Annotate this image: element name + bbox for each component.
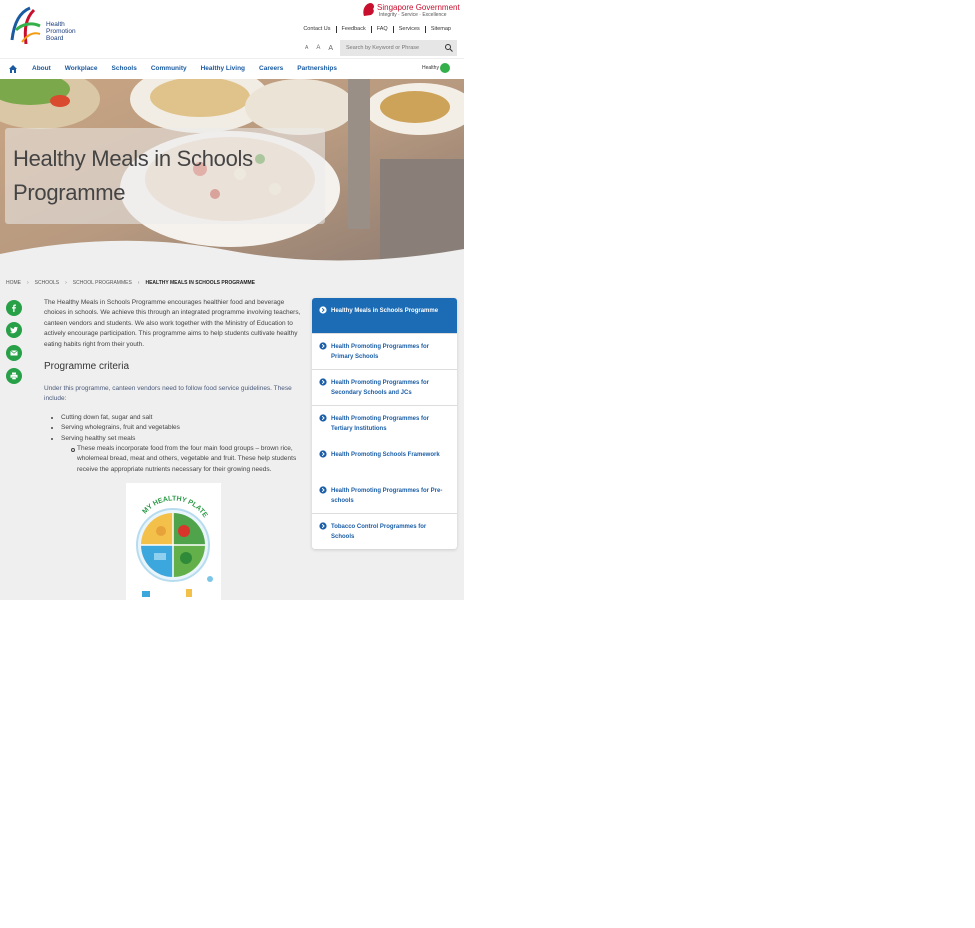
singapore-government-badge[interactable]: Singapore Government Integrity · Service… bbox=[362, 2, 460, 20]
chevron-right-icon bbox=[319, 306, 327, 314]
chevron-right-icon bbox=[319, 378, 327, 386]
hero-banner: Healthy Meals in Schools Programme bbox=[0, 79, 464, 269]
site-header: Health Promotion Board Singapore Governm… bbox=[0, 0, 464, 58]
logo-line-1: Health bbox=[46, 21, 65, 28]
breadcrumb-separator: › bbox=[65, 280, 67, 286]
list-item: Serving wholegrains, fruit and vegetable… bbox=[61, 423, 307, 433]
my-healthy-plate-image: MY HEALTHY PLATE bbox=[126, 483, 221, 600]
breadcrumb-school-programmes[interactable]: SCHOOL PROGRAMMES bbox=[73, 280, 132, 286]
list-item: Serving healthy set meals bbox=[61, 434, 307, 444]
sidebar-item-label: Health Promoting Programmes for Primary … bbox=[331, 344, 430, 360]
nav-partnerships[interactable]: Partnerships bbox=[297, 65, 337, 72]
sidebar-item-label: Health Promoting Schools Framework bbox=[331, 452, 440, 458]
sidebar-item-pre-schools[interactable]: Health Promoting Programmes for Pre-scho… bbox=[312, 478, 457, 514]
search-icon[interactable] bbox=[444, 43, 454, 53]
gov-tagline: Integrity · Service · Excellence bbox=[379, 12, 447, 18]
chevron-right-icon bbox=[319, 486, 327, 494]
sidebar-item-secondary-schools[interactable]: Health Promoting Programmes for Secondar… bbox=[312, 370, 457, 406]
twitter-icon bbox=[10, 326, 18, 334]
feedback-link[interactable]: Feedback bbox=[335, 26, 371, 33]
list-item: Cutting down fat, sugar and salt bbox=[61, 413, 307, 423]
breadcrumb-home[interactable]: HOME bbox=[6, 280, 21, 286]
intro-block: The Healthy Meals in Schools Programme e… bbox=[44, 298, 304, 350]
facebook-icon bbox=[12, 304, 16, 312]
criteria-heading: Programme criteria bbox=[44, 361, 130, 372]
chevron-right-icon bbox=[319, 522, 327, 530]
sidebar-item-schools-framework[interactable]: Health Promoting Schools Framework bbox=[312, 442, 457, 478]
criteria-list: Cutting down fat, sugar and salt Serving… bbox=[52, 413, 307, 444]
hpb-logo[interactable]: Health Promotion Board bbox=[8, 4, 83, 48]
sidebar-item-primary-schools[interactable]: Health Promoting Programmes for Primary … bbox=[312, 334, 457, 370]
nav-schools[interactable]: Schools bbox=[112, 65, 137, 72]
intro-paragraph: The Healthy Meals in Schools Programme e… bbox=[44, 299, 301, 348]
home-icon[interactable] bbox=[9, 65, 17, 73]
sitemap-link[interactable]: Sitemap bbox=[424, 26, 456, 33]
services-link[interactable]: Services bbox=[392, 26, 425, 33]
criteria-intro: Under this programme, canteen vendors ne… bbox=[44, 385, 292, 403]
breadcrumb: HOME › SCHOOLS › SCHOOL PROGRAMMES › HEA… bbox=[6, 280, 261, 286]
sidebar-item-label: Healthy Meals in Schools Programme bbox=[331, 308, 439, 314]
nav-about[interactable]: About bbox=[32, 65, 51, 72]
sub-list-item: These meals incorporate food from the fo… bbox=[71, 444, 305, 475]
breadcrumb-separator: › bbox=[27, 280, 29, 286]
faq-link[interactable]: FAQ bbox=[370, 26, 393, 33]
page: Health Promotion Board Singapore Governm… bbox=[0, 0, 464, 600]
logo-line-2: Promotion bbox=[46, 28, 76, 35]
chevron-right-icon bbox=[319, 342, 327, 350]
healthy-plate-graphic: MY HEALTHY PLATE bbox=[136, 495, 213, 597]
sidebar-item-label: Health Promoting Programmes for Pre-scho… bbox=[331, 488, 443, 504]
sidebar-item-label: Tobacco Control Programmes for Schools bbox=[331, 524, 427, 540]
lion-head-icon bbox=[363, 3, 374, 16]
facebook-share-button[interactable] bbox=[6, 300, 22, 316]
healthy-badge[interactable]: Healthy bbox=[422, 63, 450, 73]
logo-line-3: Board bbox=[46, 35, 64, 42]
twitter-share-button[interactable] bbox=[6, 322, 22, 338]
page-title: Healthy Meals in Schools Programme bbox=[13, 146, 253, 205]
nav-community[interactable]: Community bbox=[151, 65, 187, 72]
sidebar-item-tertiary-institutions[interactable]: Health Promoting Programmes for Tertiary… bbox=[312, 406, 457, 442]
healthy-badge-icon bbox=[439, 63, 450, 73]
top-links: Contact Us Feedback FAQ Services Sitemap bbox=[298, 26, 456, 33]
contact-us-link[interactable]: Contact Us bbox=[298, 26, 335, 33]
nav-workplace[interactable]: Workplace bbox=[65, 65, 98, 72]
breadcrumb-separator: › bbox=[137, 280, 140, 286]
logo-text: Health Promotion Board bbox=[46, 21, 76, 42]
font-size-large[interactable]: A bbox=[328, 45, 333, 52]
font-size-medium[interactable]: A bbox=[316, 45, 320, 52]
breadcrumb-current: HEALTHY MEALS IN SCHOOLS PROGRAMME bbox=[145, 280, 256, 286]
font-size-controls: A A A bbox=[305, 45, 333, 52]
nav-careers[interactable]: Careers bbox=[259, 65, 283, 72]
sidebar-item-tobacco-control[interactable]: Tobacco Control Programmes for Schools bbox=[312, 514, 457, 549]
hpb-logo-icon bbox=[10, 6, 41, 45]
search-input[interactable] bbox=[340, 40, 457, 56]
print-icon bbox=[10, 372, 18, 380]
sidebar-item-healthy-meals[interactable]: Healthy Meals in Schools Programme bbox=[312, 298, 457, 334]
gov-title: Singapore Government bbox=[377, 3, 460, 12]
sidebar-item-label: Health Promoting Programmes for Tertiary… bbox=[331, 416, 430, 432]
print-button[interactable] bbox=[6, 368, 22, 384]
sidebar-item-label: Health Promoting Programmes for Secondar… bbox=[331, 380, 430, 396]
chevron-right-icon bbox=[319, 414, 327, 422]
sidebar-nav: Healthy Meals in Schools Programme Healt… bbox=[312, 298, 457, 549]
chevron-right-icon bbox=[319, 450, 327, 458]
main-nav: About Workplace Schools Community Health… bbox=[0, 58, 464, 80]
email-icon bbox=[10, 350, 18, 356]
nav-healthy-living[interactable]: Healthy Living bbox=[201, 65, 245, 72]
breadcrumb-schools[interactable]: SCHOOLS bbox=[35, 280, 59, 286]
font-size-small[interactable]: A bbox=[305, 45, 308, 52]
email-share-button[interactable] bbox=[6, 345, 22, 361]
nav-items: About Workplace Schools Community Health… bbox=[32, 65, 351, 72]
healthy-badge-text: Healthy bbox=[422, 65, 439, 71]
